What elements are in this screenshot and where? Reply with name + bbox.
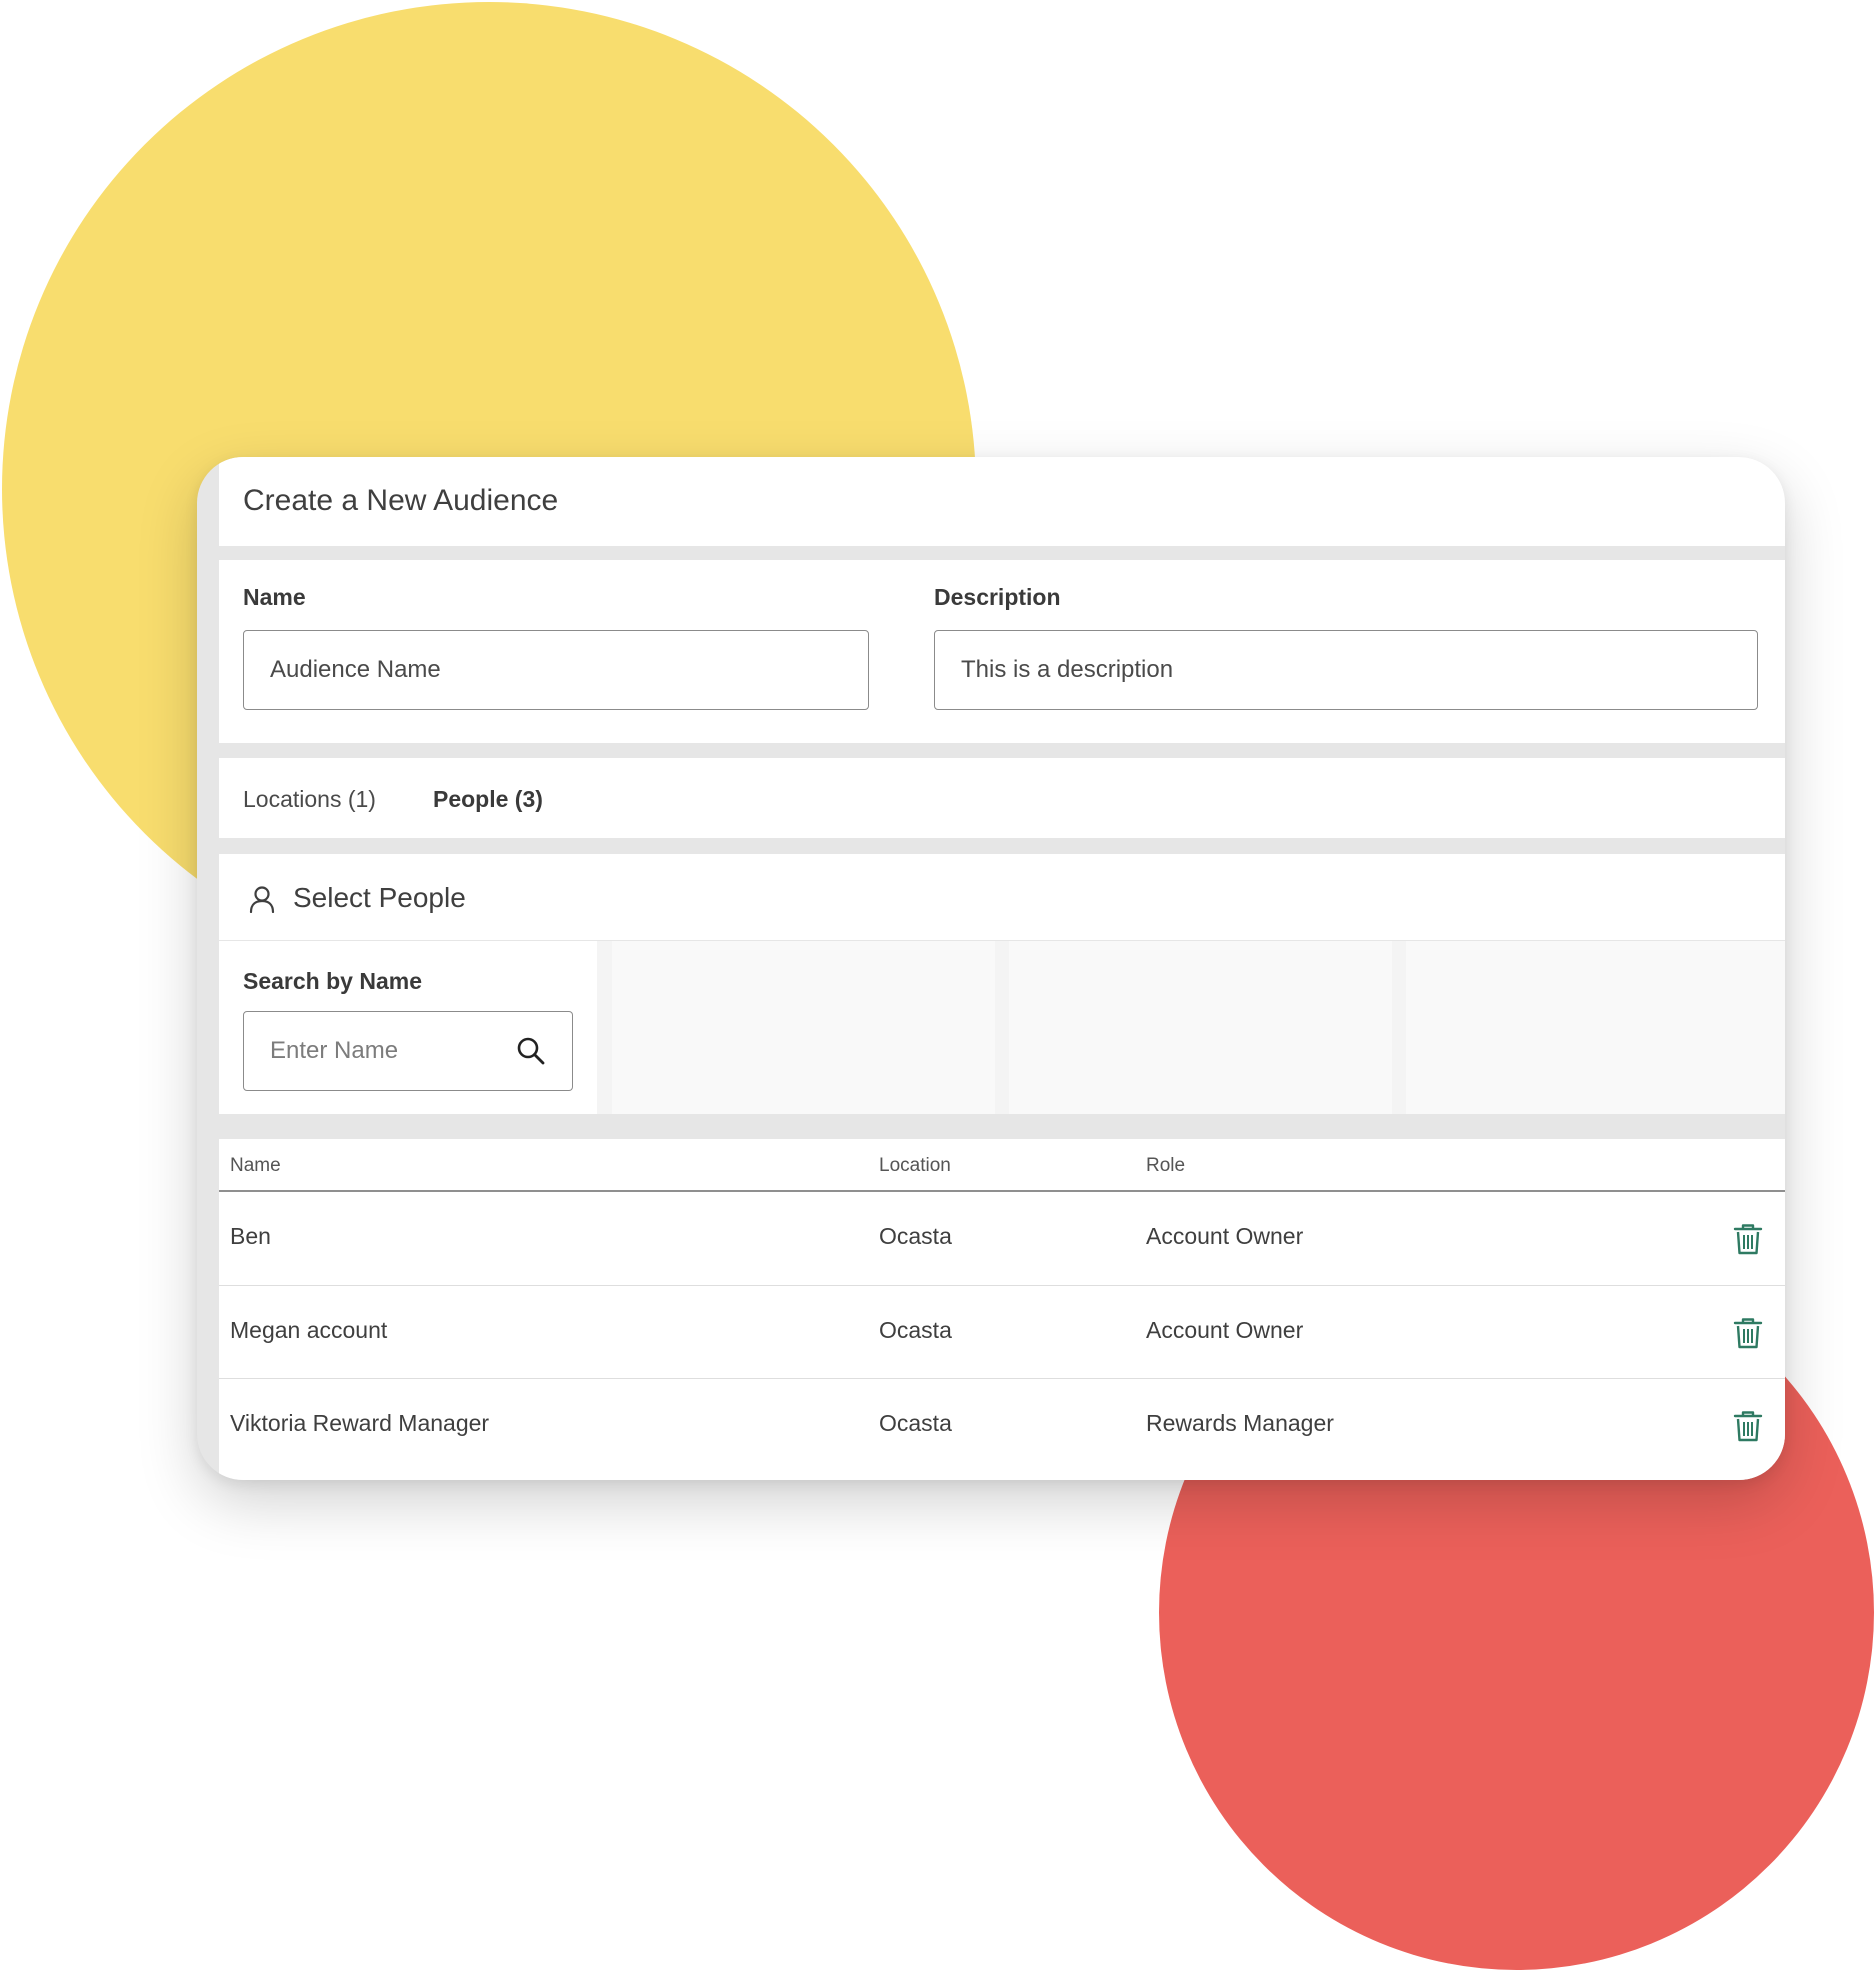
column-header-name: Name bbox=[230, 1155, 281, 1176]
table-row: Viktoria Reward Manager Ocasta Rewards M… bbox=[219, 1378, 1785, 1471]
cell-location: Ocasta bbox=[879, 1317, 952, 1343]
filter-slot bbox=[612, 941, 995, 1114]
select-people-header: Select People bbox=[219, 854, 1785, 940]
column-header-role: Role bbox=[1146, 1155, 1186, 1176]
cell-location: Ocasta bbox=[879, 1223, 952, 1249]
trash-icon[interactable] bbox=[1733, 1223, 1763, 1255]
search-label: Search by Name bbox=[243, 968, 422, 994]
search-button[interactable] bbox=[489, 1011, 573, 1091]
audience-form: Name Description bbox=[219, 560, 1785, 743]
user-icon bbox=[249, 886, 275, 913]
cell-role: Rewards Manager bbox=[1146, 1410, 1334, 1436]
tab-bar: Locations (1) People (3) bbox=[219, 758, 1785, 838]
cell-role: Account Owner bbox=[1146, 1223, 1304, 1249]
search-name-input[interactable] bbox=[243, 1011, 490, 1091]
page-title: Create a New Audience bbox=[243, 484, 559, 517]
table-row: Ben Ocasta Account Owner bbox=[219, 1192, 1785, 1284]
people-table: Name Location Role Ben Ocasta Account Ow… bbox=[219, 1139, 1785, 1480]
tab-locations[interactable]: Locations (1) bbox=[243, 786, 376, 813]
card-header: Create a New Audience bbox=[219, 457, 1785, 546]
cell-role: Account Owner bbox=[1146, 1317, 1304, 1343]
audience-name-input[interactable] bbox=[243, 630, 869, 710]
filter-row: Search by Name bbox=[219, 941, 1785, 1114]
column-header-location: Location bbox=[879, 1155, 951, 1176]
trash-icon[interactable] bbox=[1733, 1317, 1763, 1349]
cell-name: Ben bbox=[230, 1223, 271, 1249]
create-audience-card: Create a New Audience Name Description L… bbox=[197, 457, 1785, 1480]
search-icon bbox=[517, 1037, 544, 1065]
cell-location: Ocasta bbox=[879, 1410, 952, 1436]
filter-slot bbox=[1009, 941, 1392, 1114]
filter-slot bbox=[1406, 941, 1785, 1114]
name-label: Name bbox=[243, 584, 306, 610]
cell-name: Viktoria Reward Manager bbox=[230, 1410, 490, 1436]
description-label: Description bbox=[934, 584, 1061, 610]
tab-people[interactable]: People (3) bbox=[433, 786, 543, 813]
table-row: Megan account Ocasta Account Owner bbox=[219, 1285, 1785, 1378]
trash-icon[interactable] bbox=[1733, 1410, 1763, 1442]
cell-name: Megan account bbox=[230, 1317, 388, 1343]
select-people-title: Select People bbox=[293, 882, 466, 913]
description-input[interactable] bbox=[934, 630, 1758, 710]
search-filter: Search by Name bbox=[219, 941, 597, 1114]
